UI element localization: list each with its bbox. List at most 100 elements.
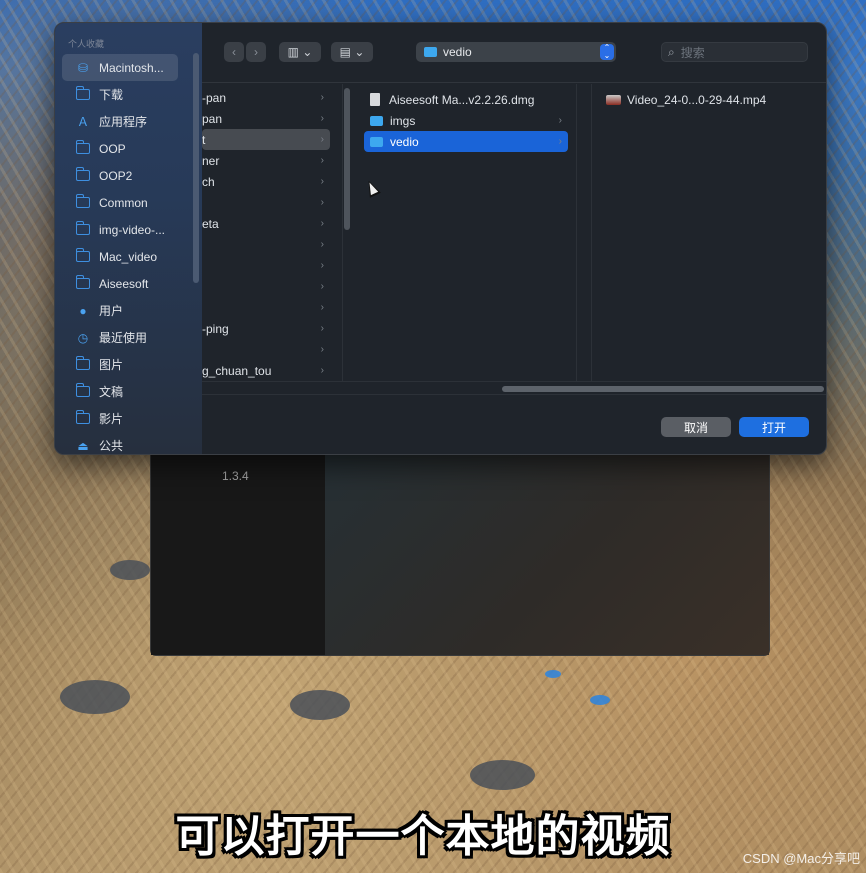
file-list-item[interactable]: g_chuan_tou ›	[202, 360, 330, 381]
folder-icon	[75, 167, 90, 182]
user-icon: ●	[79, 303, 87, 318]
chevron-right-icon: ›	[320, 365, 324, 376]
open-file-dialog: 个人收藏 ⛁ Macintosh... 下载 Ａ 应用程序 OOP OOP2 Common im…	[54, 22, 827, 455]
file-list-item[interactable]: pan ›	[202, 108, 330, 129]
file-list-item[interactable]: -ping ›	[202, 318, 330, 339]
cancel-button[interactable]: 取消	[661, 417, 731, 437]
column-3: Video_24-0...0-29-44.mp4	[591, 84, 826, 381]
group-icon: ▤	[339, 45, 351, 59]
toolbar: ‹ › ▥ ⌄ ▤ ⌄ vedio ⌃ ⌄ ⌕ 搜索	[202, 23, 826, 83]
column-view-icon: ▥	[287, 45, 299, 59]
sidebar-item[interactable]: ⛁ Macintosh...	[62, 54, 178, 81]
sidebar-item[interactable]: 图片	[62, 351, 178, 378]
file-name: -ping	[202, 321, 229, 336]
sidebar-item[interactable]: ● 用户	[62, 297, 178, 324]
file-list-item[interactable]: ›	[202, 255, 330, 276]
chevron-right-icon: ›	[320, 302, 324, 313]
sidebar-item-label: 图片	[99, 358, 124, 372]
column-browser: -pan › pan › t › ner › ch › › eta › › › › › -ping › › g_chua…	[202, 84, 826, 381]
fish	[590, 695, 610, 705]
sidebar-item[interactable]: 影片	[62, 405, 178, 432]
file-list-item[interactable]: Aiseesoft Ma...v2.2.26.dmg	[364, 89, 568, 110]
sidebar-item-label: OOP2	[99, 168, 133, 183]
view-mode-button[interactable]: ▥ ⌄	[279, 42, 321, 62]
forward-button[interactable]: ›	[246, 42, 266, 62]
file-list-item[interactable]: ›	[202, 276, 330, 297]
back-button[interactable]: ‹	[224, 42, 244, 62]
file-list-item[interactable]: Video_24-0...0-29-44.mp4	[592, 89, 819, 110]
file-list-item[interactable]: ›	[202, 192, 330, 213]
chevron-right-icon: ›	[320, 155, 324, 166]
sidebar-item[interactable]: img-video-...	[62, 216, 178, 243]
file-list-item[interactable]: imgs ›	[364, 110, 568, 131]
chevron-down-icon: ⌄	[302, 45, 313, 59]
app-preview-area	[325, 441, 769, 655]
horizontal-scrollbar[interactable]	[202, 381, 826, 395]
fish	[60, 680, 130, 714]
sidebar-item[interactable]: OOP	[62, 135, 178, 162]
chevron-right-icon: ›	[320, 113, 324, 124]
column-2: Aiseesoft Ma...v2.2.26.dmg imgs › vedio ›	[357, 84, 577, 381]
watermark: CSDN @Mac分享吧	[742, 851, 860, 866]
open-button[interactable]: 打开	[739, 417, 809, 437]
search-field[interactable]: ⌕ 搜索	[661, 42, 808, 62]
file-list-item[interactable]: ›	[202, 297, 330, 318]
sidebar-item[interactable]: Common	[62, 189, 178, 216]
clock-icon: ◷	[77, 330, 89, 345]
sidebar-item[interactable]: 文稿	[62, 378, 178, 405]
file-list-item[interactable]: ›	[202, 234, 330, 255]
folder-icon	[75, 356, 90, 371]
file-list-item[interactable]: t ›	[202, 129, 330, 150]
folder-icon	[370, 136, 383, 147]
chevron-right-icon: ›	[320, 218, 324, 229]
folder-icon	[424, 47, 437, 57]
path-label: vedio	[443, 45, 472, 59]
file-list-item[interactable]: vedio ›	[364, 131, 568, 152]
file-name: vedio	[390, 134, 419, 149]
sidebar-item[interactable]: 下载	[62, 81, 178, 108]
file-list-item[interactable]: ›	[202, 339, 330, 360]
folder-icon	[75, 221, 90, 236]
sidebar-item[interactable]: Ａ 应用程序	[62, 108, 178, 135]
chevron-right-icon: ›	[320, 197, 324, 208]
folder-icon	[75, 140, 90, 155]
chevron-right-icon: ›	[320, 134, 324, 145]
file-name: ner	[202, 153, 220, 168]
sidebar-item[interactable]: OOP2	[62, 162, 178, 189]
search-icon: ⌕	[668, 44, 675, 59]
sidebar-item[interactable]: Aiseesoft	[62, 270, 178, 297]
group-button[interactable]: ▤ ⌄	[331, 42, 373, 62]
file-name: -pan	[202, 90, 227, 105]
background-app-window: 1.3.4	[150, 440, 770, 656]
file-list-item[interactable]: ch ›	[202, 171, 330, 192]
sidebar-scrollbar[interactable]	[193, 53, 199, 283]
column-1-scrollbar[interactable]	[344, 88, 350, 230]
search-placeholder: 搜索	[680, 45, 705, 60]
sidebar-item-label: 公共	[99, 439, 124, 453]
sidebar-item-label: 文稿	[99, 385, 124, 399]
folder-icon	[370, 115, 383, 126]
applications-icon: Ａ	[76, 115, 89, 129]
chevron-left-icon: ‹	[232, 45, 236, 59]
file-list-item[interactable]: ner ›	[202, 150, 330, 171]
chevron-right-icon: ›	[320, 281, 324, 292]
file-name: g_chuan_tou	[202, 363, 272, 378]
sidebar-item-label: 用户	[99, 304, 124, 318]
file-name: pan	[202, 111, 223, 126]
file-name: Video_24-0...0-29-44.mp4	[627, 92, 767, 107]
file-name: eta	[202, 216, 219, 231]
sidebar-item-label: 最近使用	[99, 331, 148, 345]
sidebar-item[interactable]: ⏏ 公共	[62, 432, 178, 454]
sidebar-item[interactable]: ◷ 最近使用	[62, 324, 178, 351]
file-list-item[interactable]: eta ›	[202, 213, 330, 234]
file-name: imgs	[390, 113, 416, 128]
path-dropdown[interactable]: vedio ⌃ ⌄	[416, 42, 616, 62]
sidebar-item-label: 应用程序	[99, 115, 148, 129]
file-list-item[interactable]: -pan ›	[202, 87, 330, 108]
folder-icon	[75, 383, 90, 398]
horizontal-scrollbar-thumb[interactable]	[502, 386, 824, 392]
sidebar: 个人收藏 ⛁ Macintosh... 下载 Ａ 应用程序 OOP OOP2 Common im…	[55, 23, 202, 454]
disk-image-icon	[370, 93, 380, 106]
sidebar-item[interactable]: Mac_video	[62, 243, 178, 270]
chevron-right-icon: ›	[320, 176, 324, 187]
